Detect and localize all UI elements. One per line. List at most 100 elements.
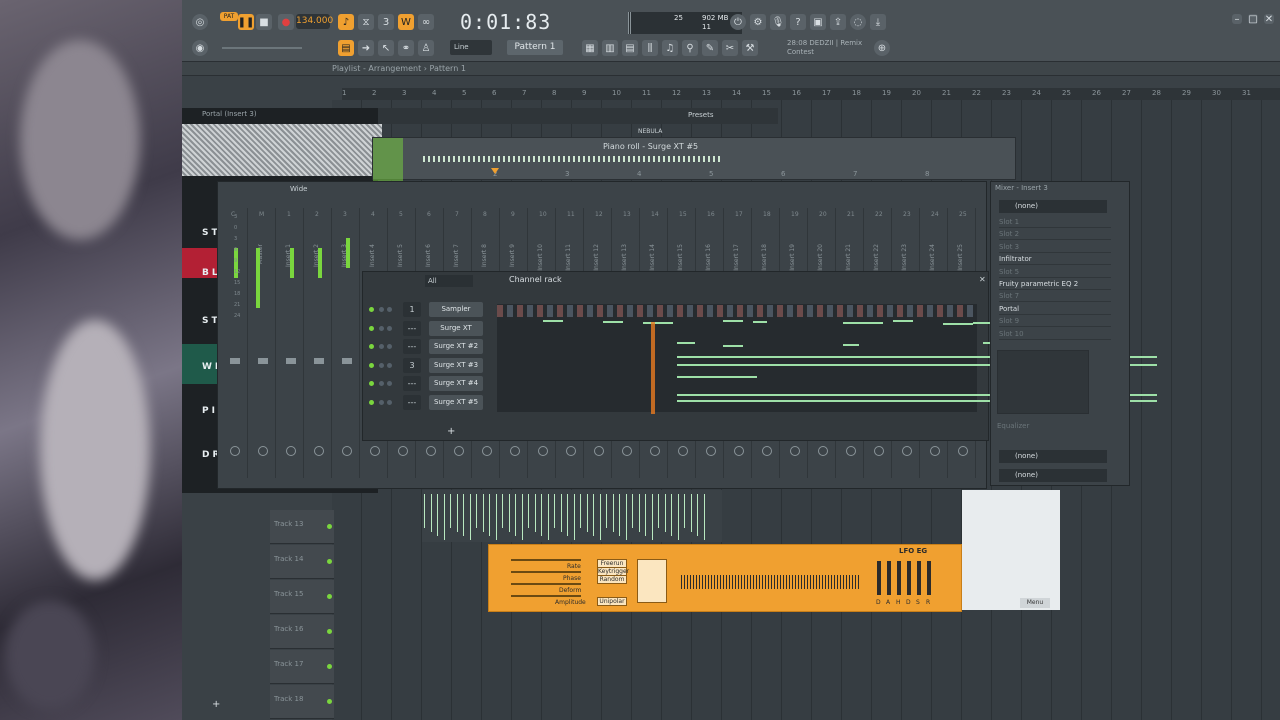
pat-song-toggle[interactable]: PAT: [220, 12, 238, 21]
effect-slot[interactable]: Slot 7: [999, 290, 1111, 303]
mic-icon[interactable]: 🎙: [770, 14, 786, 30]
effect-slot[interactable]: Portal: [999, 303, 1111, 315]
master-pitch-slider[interactable]: [222, 47, 302, 49]
mixer-track-number[interactable]: 1: [403, 302, 421, 317]
effect-slot[interactable]: Slot 9: [999, 315, 1111, 328]
pan-knob[interactable]: [482, 446, 492, 456]
arrow-icon[interactable]: ➜: [358, 40, 374, 56]
velocity-bar[interactable]: [482, 494, 484, 532]
mixer-track-number[interactable]: ---: [403, 339, 421, 355]
wait-icon[interactable]: ⧖: [358, 14, 374, 30]
pan-knob[interactable]: [706, 446, 716, 456]
pause-button[interactable]: ❚❚: [238, 14, 254, 30]
velocity-bar[interactable]: [632, 494, 633, 528]
stop-button[interactable]: ■: [256, 14, 272, 30]
presets-label[interactable]: Presets: [688, 111, 713, 119]
lfo-slider-track[interactable]: [511, 595, 581, 597]
pan-knob[interactable]: [454, 446, 464, 456]
channel-name-button[interactable]: Surge XT: [429, 320, 483, 336]
velocity-bar[interactable]: [528, 494, 529, 528]
pan-knob[interactable]: [258, 446, 268, 456]
mixer-icon[interactable]: ⚙: [750, 14, 766, 30]
velocity-bar[interactable]: [619, 494, 620, 536]
velocity-bar[interactable]: [658, 494, 659, 528]
track-active-led[interactable]: [327, 699, 332, 704]
mixer-strip[interactable]: 1 Insert 1: [278, 208, 304, 478]
close-icon[interactable]: ✕: [979, 275, 986, 284]
pattern-mode-icon[interactable]: ▤: [338, 40, 354, 56]
velocity-bar[interactable]: [463, 494, 464, 536]
pan-knob-icon[interactable]: [379, 381, 384, 387]
track-active-led[interactable]: [327, 664, 332, 669]
velocity-bar[interactable]: [541, 494, 542, 536]
pan-knob[interactable]: [510, 446, 520, 456]
trigger-mode-button[interactable]: Random: [597, 575, 627, 584]
cpu-icon[interactable]: ⏻: [730, 14, 746, 30]
velocity-bar[interactable]: [495, 494, 497, 540]
piano-roll-velocity-lane[interactable]: [422, 490, 722, 542]
volume-knob-icon[interactable]: [387, 400, 392, 405]
velocity-bar[interactable]: [534, 494, 536, 532]
effect-slot[interactable]: Infiltrator: [999, 253, 1111, 266]
track-active-led[interactable]: [327, 559, 332, 564]
pan-knob[interactable]: [790, 446, 800, 456]
tools-icon[interactable]: ⚒: [742, 40, 758, 56]
velocity-bar[interactable]: [476, 494, 477, 528]
pan-knob[interactable]: [342, 446, 352, 456]
maximize-icon[interactable]: □: [1248, 14, 1258, 25]
channel-row[interactable]: --- Surge XT: [365, 320, 985, 338]
track-active-led[interactable]: [327, 629, 332, 634]
tempo-display[interactable]: 134.000: [296, 14, 333, 29]
envelope-slider[interactable]: [917, 561, 921, 595]
velocity-bar[interactable]: [690, 494, 692, 532]
velocity-bar[interactable]: [437, 494, 438, 536]
unipolar-button[interactable]: Unipolar: [597, 597, 627, 606]
eq-graph[interactable]: [997, 350, 1089, 414]
velocity-bar[interactable]: [599, 494, 601, 540]
playhead-marker-icon[interactable]: [491, 168, 499, 174]
help-icon[interactable]: ?: [790, 14, 806, 30]
download-icon[interactable]: ⤓: [870, 14, 886, 30]
fader-handle[interactable]: [286, 358, 296, 364]
velocity-bar[interactable]: [664, 494, 666, 532]
envelope-slider[interactable]: [927, 561, 931, 595]
velocity-bar[interactable]: [560, 494, 562, 532]
playlist-breadcrumb[interactable]: Playlist - Arrangement › Pattern 1: [332, 64, 466, 73]
pan-knob[interactable]: [930, 446, 940, 456]
plugin-picker-icon[interactable]: ⚲: [682, 40, 698, 56]
velocity-bar[interactable]: [677, 494, 679, 540]
pan-knob[interactable]: [874, 446, 884, 456]
velocity-bar[interactable]: [508, 494, 510, 532]
velocity-bar[interactable]: [703, 494, 705, 540]
loop-record-icon[interactable]: ∞: [418, 14, 434, 30]
track-header[interactable]: Track 13: [270, 510, 334, 544]
track-header[interactable]: Track 14: [270, 545, 334, 579]
velocity-bar[interactable]: [606, 494, 607, 528]
pan-knob-icon[interactable]: [379, 307, 384, 312]
channel-name-button[interactable]: Sampler: [429, 302, 483, 317]
add-channel-button[interactable]: +: [447, 426, 455, 437]
channel-name-button[interactable]: Surge XT #3: [429, 357, 483, 373]
velocity-bar[interactable]: [469, 494, 471, 540]
effect-slot[interactable]: Slot 10: [999, 328, 1111, 340]
channel-name-button[interactable]: Surge XT #4: [429, 376, 483, 392]
velocity-bar[interactable]: [638, 494, 640, 532]
pan-knob[interactable]: [818, 446, 828, 456]
stamp-icon[interactable]: ♙: [418, 40, 434, 56]
mixer-preset-label[interactable]: Wide: [290, 185, 307, 193]
waveform-selector[interactable]: [637, 559, 667, 603]
pan-knob[interactable]: [594, 446, 604, 456]
channel-row[interactable]: 1 Sampler: [365, 301, 985, 319]
pan-knob[interactable]: [846, 446, 856, 456]
pan-knob[interactable]: [678, 446, 688, 456]
pan-knob-icon[interactable]: [379, 344, 384, 350]
pan-knob[interactable]: [762, 446, 772, 456]
channel-led-icon[interactable]: [369, 325, 374, 331]
touch-keyboard-icon[interactable]: ✎: [702, 40, 718, 56]
pan-knob[interactable]: [314, 446, 324, 456]
pointer-icon[interactable]: ↖: [378, 40, 394, 56]
pan-knob[interactable]: [650, 446, 660, 456]
pan-knob-icon[interactable]: [379, 325, 384, 331]
fader-handle[interactable]: [342, 358, 352, 364]
velocity-bar[interactable]: [430, 494, 432, 532]
